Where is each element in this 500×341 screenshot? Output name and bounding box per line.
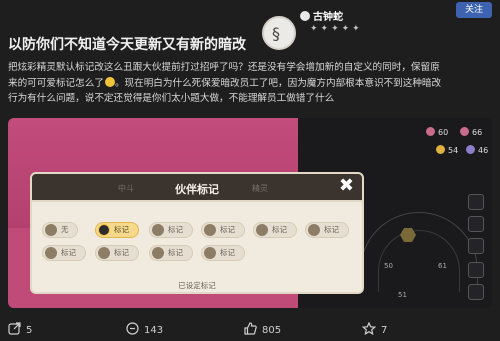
stat-value: 46: [478, 146, 489, 155]
stat-icon: [426, 127, 435, 136]
stat-value: 54: [448, 146, 459, 155]
stat-value: 60: [438, 128, 449, 137]
stat-icon: [436, 145, 445, 154]
mark-chip[interactable]: 标记: [253, 222, 297, 238]
side-slot-icon[interactable]: [468, 262, 484, 278]
mark-chip[interactable]: 标记: [149, 222, 193, 238]
pet-name-text: 古钟蛇: [313, 12, 343, 23]
mark-icon: [204, 247, 216, 259]
pet-avatar: §: [262, 16, 296, 50]
post-body-line: 把炫彩精灵默认标记改这么丑跟大伙提前打过招呼了吗？还是没有学会增加新的自定义的同…: [8, 62, 440, 73]
lock-icon: [98, 224, 110, 236]
stat-item: 66: [460, 127, 482, 137]
star-icon: [361, 321, 377, 336]
like-count: 805: [262, 325, 282, 336]
mark-chip-label: 标记: [168, 225, 183, 234]
share-icon: [8, 322, 21, 335]
mark-chip[interactable]: 标记: [201, 245, 245, 261]
side-slot-icon[interactable]: [468, 216, 484, 232]
mark-icon: [152, 224, 164, 236]
mark-chip-label: 标记: [220, 248, 235, 257]
stat-item: 46: [466, 145, 488, 155]
mark-chip-none[interactable]: 无: [42, 222, 78, 238]
share-count: 5: [26, 325, 33, 336]
side-slot-icon[interactable]: [468, 284, 484, 300]
mark-chip-selected[interactable]: 标记: [95, 222, 139, 238]
radar-value: 61: [438, 262, 447, 270]
stat-item: 60: [426, 127, 448, 137]
comment-icon: [126, 322, 139, 335]
mark-icon: [45, 224, 57, 236]
mark-icon: [45, 247, 57, 259]
mark-chip-label: 标记: [324, 225, 339, 234]
favorite-action[interactable]: 7: [361, 321, 388, 336]
mark-chip[interactable]: 标记: [95, 245, 139, 261]
modal-footer-status: 已设定标记: [178, 281, 216, 290]
mark-chip-label: 标记: [272, 225, 287, 234]
side-slot-icon[interactable]: [468, 238, 484, 254]
comment-action[interactable]: 143: [126, 322, 163, 336]
top-bar: 关注: [0, 0, 500, 26]
mark-icon: [98, 247, 110, 259]
stat-icon: [460, 127, 469, 136]
close-icon[interactable]: ✖: [339, 175, 354, 196]
mark-chip[interactable]: 标记: [201, 222, 245, 238]
modal-title: 伙伴标记: [175, 183, 219, 196]
modal-header: 中斗 精灵 伙伴标记 ✖: [30, 172, 364, 202]
smile-emoji-icon: [104, 76, 115, 87]
stat-item: 54: [436, 145, 458, 155]
post-title: 以防你们不知道今天更新又有新的暗改: [8, 37, 246, 53]
mark-chip-label: 标记: [168, 248, 183, 257]
post-body-segment: 来的可可爱标记怎么了: [8, 77, 104, 89]
mark-chip-label: 标记: [220, 225, 235, 234]
radar-value: 50: [384, 262, 393, 270]
post-action-bar: 5 143 805 7: [0, 318, 500, 341]
post-body: 把炫彩精灵默认标记改这么丑跟大伙提前打过招呼了吗？还是没有学会增加新的自定义的同…: [8, 60, 494, 107]
pet-stars: ✦✦✦✦✦: [310, 24, 363, 34]
mark-chip[interactable]: 标记: [305, 222, 349, 238]
mark-icon: [204, 224, 216, 236]
post-body-line: 行为有什么问题，说不定还觉得是你们太小题大做，不能理解员工做错了什么: [8, 93, 335, 104]
mark-chip-label: 标记: [114, 225, 129, 234]
pet-type-icon: [300, 11, 310, 21]
follow-button[interactable]: 关注: [456, 2, 492, 18]
pet-name: 古钟蛇: [300, 8, 343, 23]
mark-chip-label: 标记: [114, 248, 129, 257]
mark-chip-label: 标记: [61, 248, 76, 257]
side-slot-icon[interactable]: [468, 194, 484, 210]
mark-chip[interactable]: 标记: [42, 245, 86, 261]
like-action[interactable]: 805: [244, 322, 281, 336]
stat-value: 66: [472, 128, 483, 137]
mark-chip[interactable]: 标记: [149, 245, 193, 261]
star-count: 7: [381, 325, 388, 336]
thumbs-up-icon: [244, 322, 257, 335]
mark-chip-label: 无: [61, 225, 69, 234]
post-body-segment: 。现在明白为什么死保爱暗改员工了吧，因为魔方内部根本意识不到这种暗改: [114, 77, 442, 89]
radar-value: 51: [398, 291, 407, 299]
post-body-line: 来的可可爱标记怎么了 。现在明白为什么死保爱暗改员工了吧，因为魔方内部根本意识不到…: [8, 76, 494, 92]
stat-icon: [466, 145, 475, 154]
mark-icon: [256, 224, 268, 236]
mark-icon: [152, 247, 164, 259]
snake-icon: §: [272, 24, 280, 43]
comment-count: 143: [144, 325, 164, 336]
share-action[interactable]: 5: [8, 322, 32, 336]
mark-icon: [308, 224, 320, 236]
